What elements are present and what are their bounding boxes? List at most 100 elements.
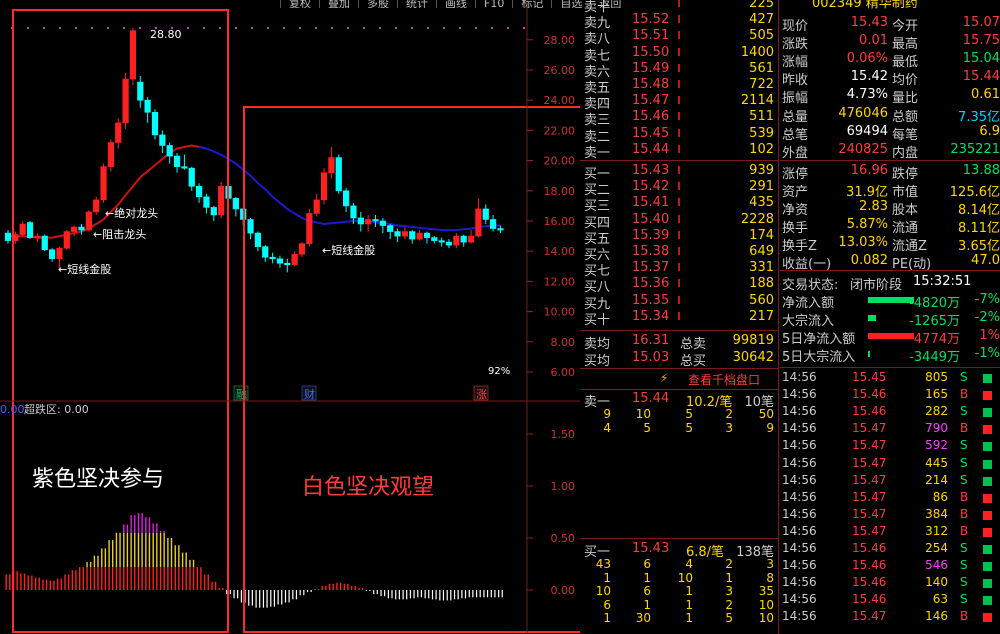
tick-time: 14:56	[782, 541, 817, 555]
queue-cell: 10	[677, 570, 693, 585]
total-volume: 99819	[732, 333, 774, 348]
tick-row: 14:56 15.47 384 B	[780, 507, 1000, 524]
tick-volume: 384	[925, 506, 948, 521]
signal-dot	[410, 26, 414, 30]
signal-dot	[186, 26, 190, 30]
ask-row: 卖七 15.50 1400	[580, 44, 778, 64]
stat-value: 7.35亿	[958, 109, 1000, 125]
toolbar-item[interactable]: 画线	[436, 0, 475, 8]
queue-cell: 3	[725, 584, 733, 598]
event-marker: 涨	[476, 388, 487, 401]
order-volume: 539	[749, 125, 774, 141]
volume-tick	[678, 0, 680, 7]
divider	[780, 367, 1000, 368]
stat-value: 15.44	[962, 69, 1000, 85]
order-price: 15.52	[632, 12, 670, 28]
stat-value: 5.87%	[846, 217, 888, 233]
percent-label: 92%	[488, 366, 510, 377]
tick-row: 14:56 15.47 445 S	[780, 456, 1000, 473]
toolbar-item[interactable]: 统计	[397, 0, 436, 8]
toolbar-item[interactable]: 标记	[512, 0, 551, 8]
stat-value: 0.06%	[846, 51, 888, 67]
stat-row: 净资 2.83 股本 8.14亿	[780, 199, 1000, 218]
volume-tick	[678, 311, 680, 320]
price-tick-label: 6.00	[551, 366, 576, 379]
candle-body	[276, 258, 284, 264]
queue-cell: 35	[758, 584, 774, 598]
stat-value: 15.04	[962, 51, 1000, 67]
view-depth-button[interactable]: 查看千档盘口	[688, 371, 760, 388]
flow-label: 5日大宗流入	[782, 350, 856, 366]
tick-row: 14:56 15.46 140 S	[780, 575, 1000, 592]
candle-body	[262, 246, 269, 258]
caption-right: 白色坚决观望	[302, 475, 434, 500]
tick-volume: 805	[925, 370, 948, 384]
volume-tick	[678, 214, 680, 223]
signal-dot	[58, 26, 62, 30]
tick-volume-bar	[983, 562, 992, 572]
volume-tick	[678, 279, 680, 288]
divider	[580, 538, 778, 539]
tick-side: S	[960, 455, 968, 470]
tick-volume: 254	[925, 541, 948, 555]
kline-chart[interactable]: 28.00 26.00 24.00 22.00 20.00 18.00 16.00 14.00…	[0, 0, 580, 634]
stat-row: 涨跌 0.01 最高 15.75	[780, 33, 1000, 53]
price-tick-label: 16.00	[544, 215, 576, 228]
tick-row: 14:56 15.47 790 B	[780, 421, 1000, 438]
order-volume: 435	[749, 195, 774, 211]
total-label: 总买	[680, 354, 707, 369]
flow-row: 5日净流入额 4774万 1%	[780, 328, 1000, 347]
candle-body	[26, 222, 34, 238]
price-tick-label: 24.00	[544, 94, 576, 107]
tick-volume: 592	[925, 438, 948, 453]
tick-volume-bar	[983, 527, 992, 537]
candle-body	[438, 240, 445, 243]
queue-cell: 5	[643, 420, 651, 435]
toolbar-item[interactable]: F10	[475, 0, 512, 8]
stat-value: 0.082	[850, 253, 888, 269]
tick-time: 14:56	[782, 609, 817, 624]
indicator-name: 超跌区: 0.00	[24, 402, 89, 416]
bid-row: 买十 15.34 217	[580, 309, 778, 328]
candle-body	[416, 232, 423, 240]
queue-cell: 1	[685, 597, 693, 612]
divider	[780, 270, 1000, 271]
stat-row: 资产 31.9亿 市值 125.6亿	[780, 181, 1000, 200]
candle-body	[4, 232, 12, 241]
bid-row: 买六 15.38 649	[580, 244, 778, 263]
queue-cell: 9	[766, 420, 774, 435]
tick-volume: 63	[932, 592, 948, 607]
flow-percent: -1%	[974, 346, 1000, 362]
stat-label: 现价	[782, 19, 809, 34]
stat-label: 总额	[892, 109, 919, 125]
price-tick-label: 18.00	[544, 185, 576, 198]
order-volume: 1400	[740, 44, 774, 60]
signal-dot	[218, 26, 222, 30]
tick-time: 14:56	[782, 489, 817, 504]
candle-body	[320, 172, 328, 201]
toolbar-item[interactable]: 多股	[358, 0, 397, 8]
stat-value: 240825	[838, 141, 888, 157]
flow-percent: 1%	[979, 328, 1000, 344]
tick-volume-bar	[983, 596, 992, 606]
tick-volume: 546	[925, 558, 948, 573]
volume-tick	[678, 144, 680, 153]
candle-body	[159, 134, 166, 146]
stat-label: 量比	[892, 91, 919, 107]
stat-row: 总量 476046 总额 7.35亿	[780, 106, 1000, 125]
order-volume: 561	[749, 60, 774, 76]
tick-price: 15.46	[852, 558, 887, 573]
indicator-tick-label: 1.00	[551, 480, 576, 493]
tick-side: B	[960, 609, 969, 624]
signal-dot	[314, 26, 318, 30]
tick-price: 15.46	[852, 387, 887, 402]
order-level-label: 买十	[584, 312, 611, 328]
toolbar-item[interactable]: 叠加	[319, 0, 358, 8]
tick-volume-bar	[983, 374, 992, 383]
candle-body	[497, 228, 504, 231]
candles	[4, 27, 504, 273]
stat-label: 最高	[892, 37, 919, 53]
toolbar-item[interactable]: 复权	[280, 0, 319, 8]
tick-side: B	[960, 387, 969, 402]
queue-cell: 4	[603, 420, 611, 435]
